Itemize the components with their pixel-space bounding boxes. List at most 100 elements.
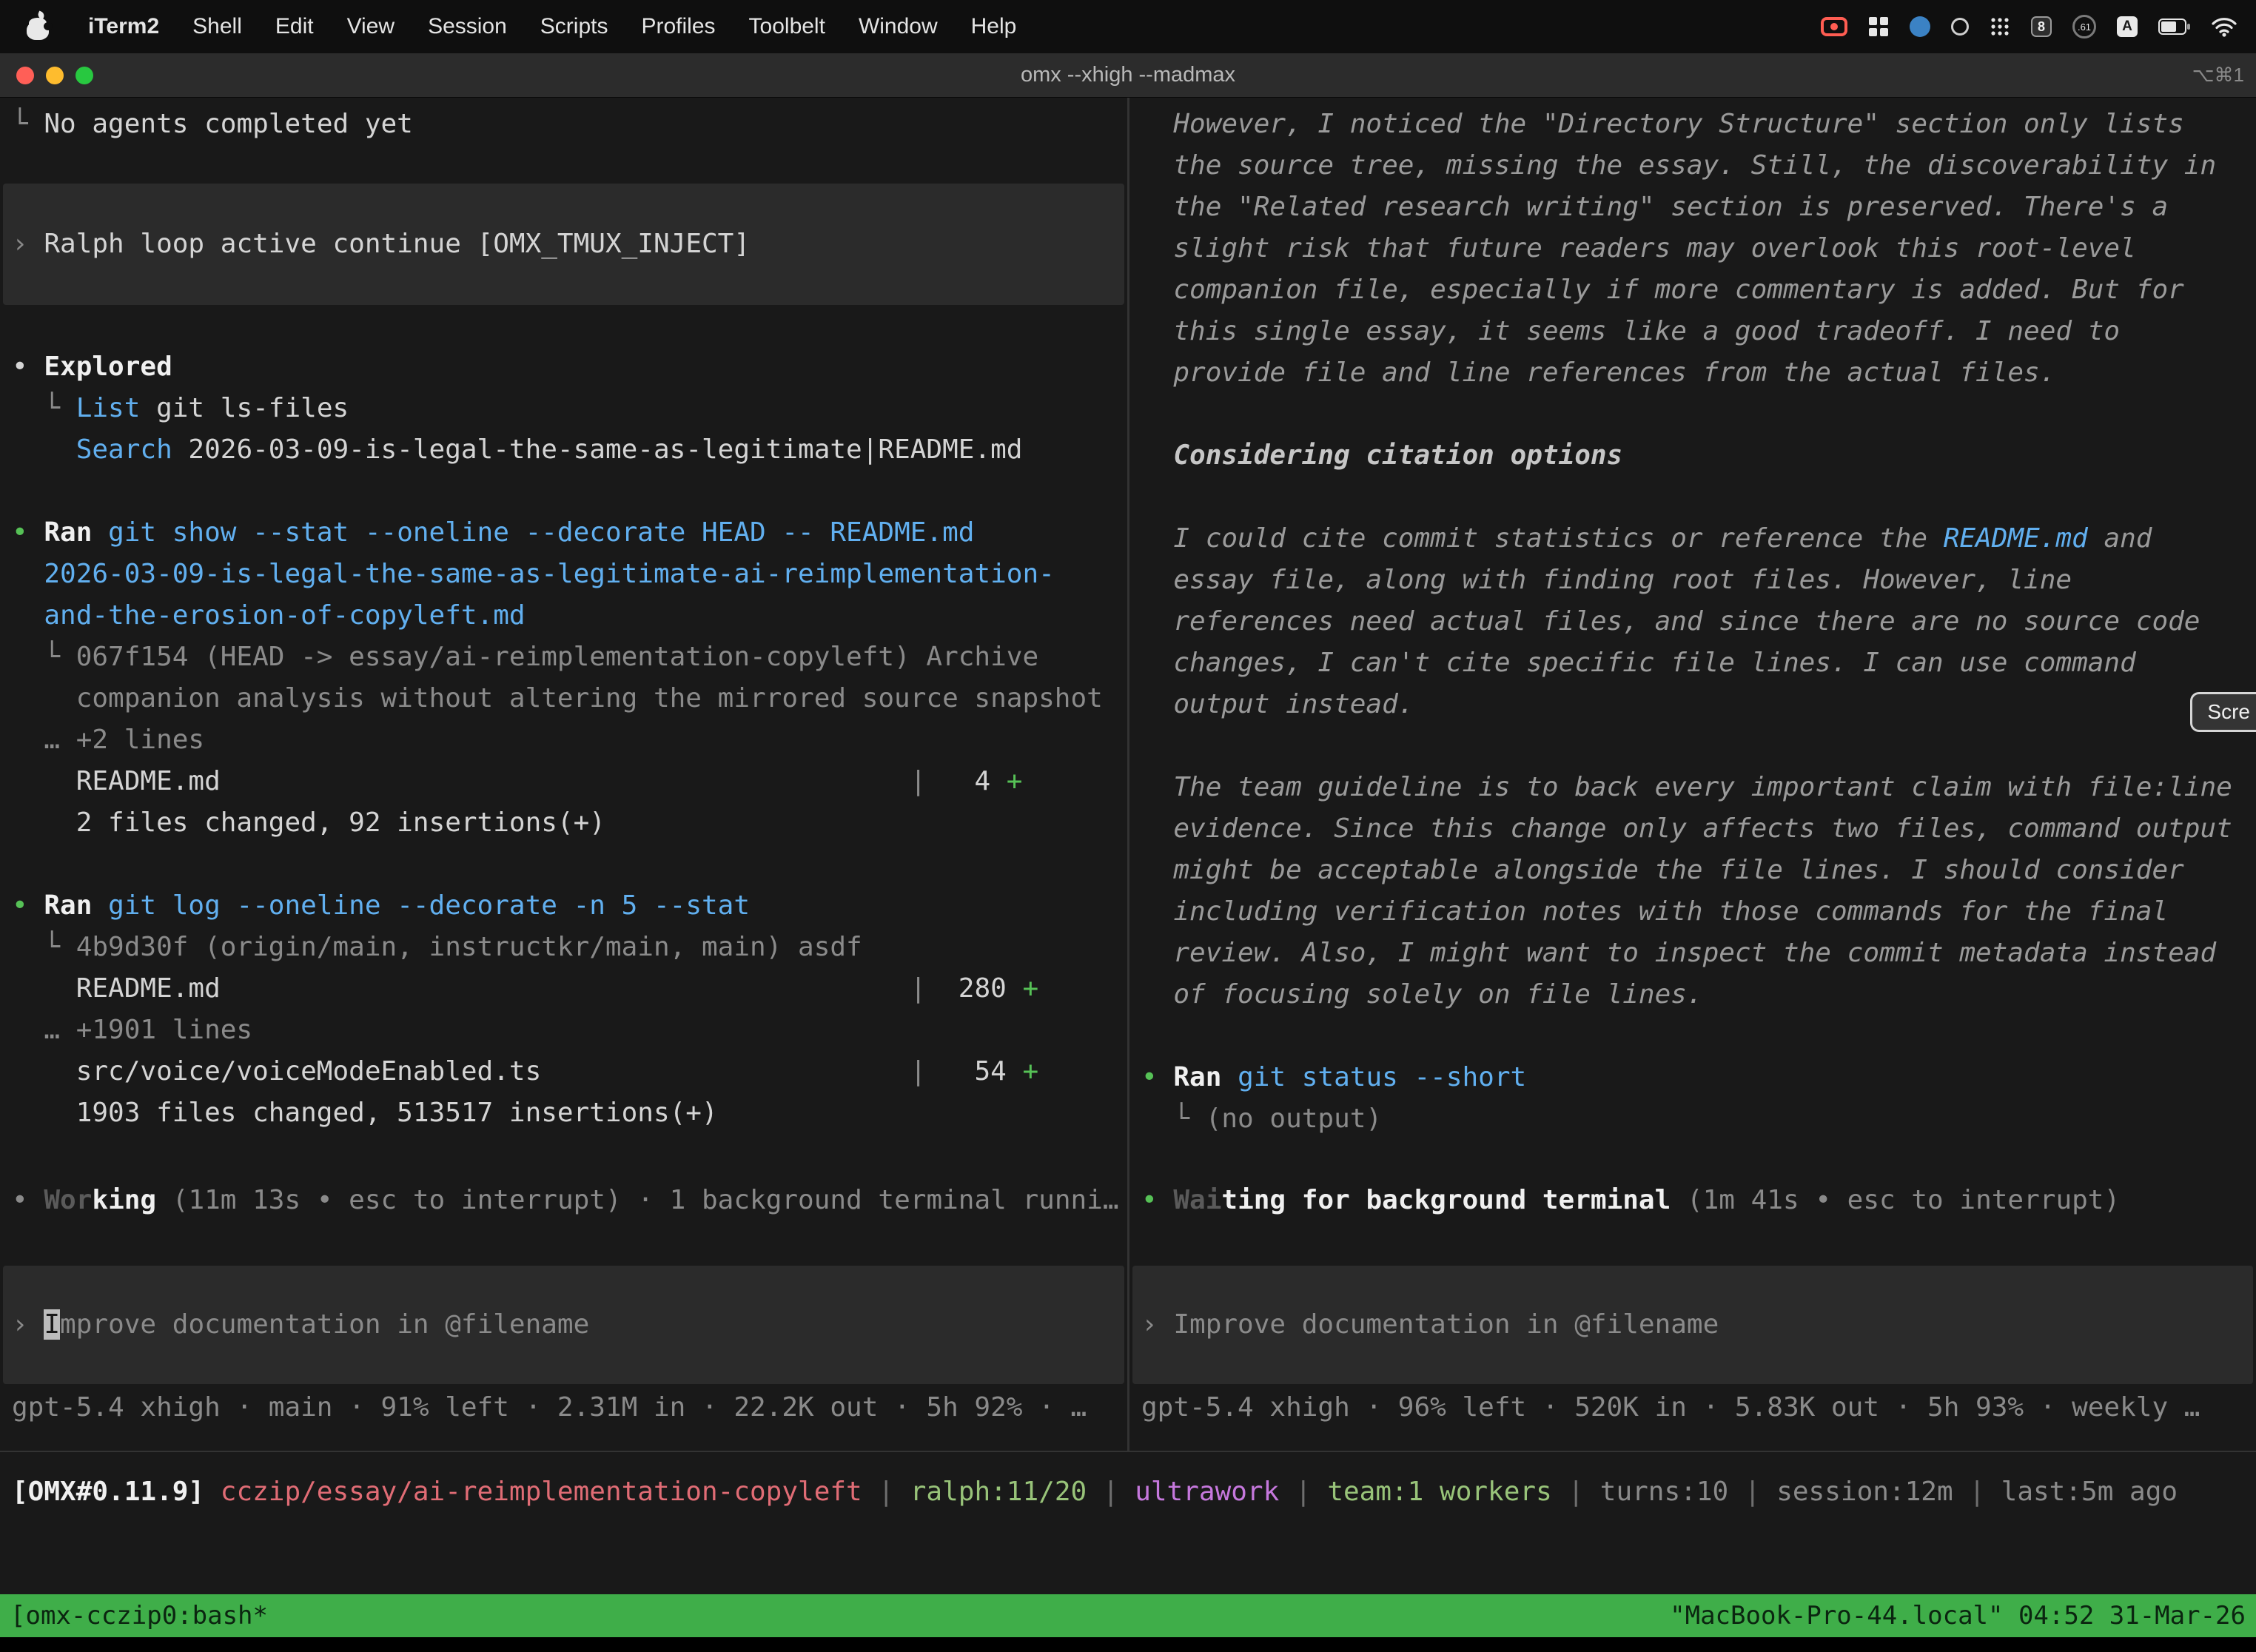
text-segment: Ran [1173,1062,1238,1092]
prompt-input-left[interactable]: › Improve documentation in @filename [3,1266,1124,1384]
terminal-line: └ List git ls-files [12,388,1115,429]
wifi-icon[interactable] [2212,17,2237,37]
scrollback-right: However, I noticed the "Directory Struct… [1141,104,2244,1140]
terminal-line: • Ran git log --oneline --decorate -n 5 … [12,885,1115,927]
text-segment: └ 067f154 (HEAD -> essay/ai-reimplementa… [12,642,1038,672]
text-segment: • [12,352,44,382]
text-segment: README.md [12,973,221,1004]
terminal-line: companion analysis without altering the … [12,678,1115,719]
minimize-button[interactable] [46,67,64,84]
tmux-session-name: [omx-cczip0:bash* [10,1601,268,1631]
battery-icon[interactable] [2158,19,2191,35]
terminal-line: and-the-erosion-of-copyleft.md [12,595,1115,637]
text-segment: evidence. Since this change only affects… [1141,813,2232,844]
menu-item-edit[interactable]: Edit [275,14,314,39]
text-segment: last:5m ago [2001,1477,2178,1507]
screen-recording-stop-icon[interactable] [1821,17,1847,36]
grid-app-icon[interactable] [1868,16,1889,37]
dark-app-icon[interactable] [1951,18,1969,36]
menu-item-toolbelt[interactable]: Toolbelt [749,14,825,39]
terminal-line: Search 2026-03-09-is-legal-the-same-as-l… [12,429,1115,471]
terminal-line: Considering citation options [1141,435,2244,477]
prompt-input-right[interactable]: › Improve documentation in @filename [1132,1266,2253,1384]
terminal-pane-right[interactable]: However, I noticed the "Directory Struct… [1129,98,2256,1451]
text-segment: ralph:11/20 [910,1477,1087,1507]
text-segment: 54 [926,1056,1022,1087]
text-segment: › [12,229,44,259]
blue-app-icon[interactable] [1910,16,1930,37]
terminal-line: • Ran git status --short [1141,1057,2244,1098]
text-segment: + [1022,973,1038,1004]
text-segment: I could cite commit statistics or refere… [1141,523,1944,554]
terminal-line: evidence. Since this change only affects… [1141,808,2244,850]
text-segment: Explored [44,352,172,382]
terminal-line [12,471,1115,512]
terminal-line: … +1901 lines [12,1010,1115,1051]
terminal-line: The team guideline is to back every impo… [1141,767,2244,808]
tmux-status-bar: [omx-cczip0:bash* "MacBook-Pro-44.local"… [0,1594,2256,1637]
terminal-line: companion file, especially if more comme… [1141,269,2244,311]
text-segment: | [1552,1477,1600,1507]
text-segment: | [1953,1477,2001,1507]
input-source-icon[interactable]: A [2117,16,2138,37]
text-segment: slight risk that future readers may over… [1141,233,2136,263]
menu-item-scripts[interactable]: Scripts [540,14,608,39]
menu-item-shell[interactable]: Shell [192,14,242,39]
zoom-button[interactable] [75,67,93,84]
text-segment: git log --oneline --decorate -n 5 --stat [108,890,750,921]
menu-item-session[interactable]: Session [428,14,507,39]
terminal-line: src/voice/voiceModeEnabled.ts | 54 + [12,1051,1115,1092]
terminal-line: 2026-03-09-is-legal-the-same-as-legitima… [12,554,1115,595]
text-segment: git show --stat --oneline --decorate HEA… [108,517,974,548]
bottom-filler [0,1637,2256,1652]
terminal-line: └ 067f154 (HEAD -> essay/ai-reimplementa… [12,637,1115,678]
menu-item-iterm2[interactable]: iTerm2 [88,14,159,39]
text-segment: › Improve documentation in @filename [1141,1309,1719,1340]
terminal-line [1141,725,2244,767]
text-segment: review. Also, I might want to inspect th… [1141,938,2216,968]
window-titlebar[interactable]: omx --xhigh --madmax ⌥⌘1 [0,53,2256,98]
text-segment: └ 4b9d30f (origin/main, instructkr/main,… [12,932,862,962]
terminal-line [1141,394,2244,435]
terminal-line: However, I noticed the "Directory Struct… [1141,104,2244,145]
text-segment: List [76,393,141,423]
text-segment: … +1901 lines [12,1015,252,1045]
menu-item-help[interactable]: Help [971,14,1017,39]
terminal-line: references need actual files, and since … [1141,601,2244,642]
text-segment: • [12,517,44,548]
menu-item-view[interactable]: View [347,14,395,39]
text-segment: └ [12,393,76,423]
text-segment: 1903 files changed, 513517 insertions(+) [12,1098,718,1128]
text-segment: Wai [1173,1185,1221,1215]
text-segment: 280 [926,973,1022,1004]
dots-grid-icon[interactable] [1990,16,2010,37]
window-shortcut-hint: ⌥⌘1 [2192,64,2256,87]
apple-menu-icon[interactable] [27,13,49,40]
terminal-pane-left[interactable]: └ No agents completed yet › Ralph loop ac… [0,98,1127,1451]
terminal: └ No agents completed yet › Ralph loop ac… [0,98,2256,1451]
text-segment: the "Related research writing" section i… [1141,192,2168,222]
text-segment: of focusing solely on file lines. [1141,979,1703,1010]
omx-status-line: [OMX#0.11.9] cczip/essay/ai-reimplementa… [12,1471,2244,1513]
text-segment: Ran [44,517,108,548]
text-segment: | [541,1056,926,1087]
menu-left: iTerm2 Shell Edit View Session Scripts P… [27,13,1016,40]
text-segment: this single essay, it seems like a good … [1141,316,2120,346]
close-button[interactable] [16,67,34,84]
password-manager-icon[interactable]: 8 [2031,16,2052,37]
menu-item-profiles[interactable]: Profiles [641,14,715,39]
text-segment: The team guideline is to back every impo… [1141,772,2232,802]
text-segment: provide file and line references from th… [1141,357,2055,388]
text-segment: └ [12,109,44,139]
working-status-line: • Working (11m 13s • esc to interrupt) ·… [12,1180,1115,1221]
text-segment: • [12,1185,44,1215]
text-segment: companion file, especially if more comme… [1141,275,2184,305]
text-segment: No agents completed yet [44,109,413,139]
notification-toast[interactable]: Scre [2190,692,2256,732]
battery-gauge-icon[interactable]: .61 [2072,15,2096,38]
text-segment: changes, I can't cite specific file line… [1141,648,2136,678]
menu-item-window[interactable]: Window [859,14,938,39]
text-segment: companion analysis without altering the … [12,683,1103,713]
text-segment: Wor [44,1185,92,1215]
text-segment: Ralph loop active continue [OMX_TMUX_INJ… [44,229,750,259]
